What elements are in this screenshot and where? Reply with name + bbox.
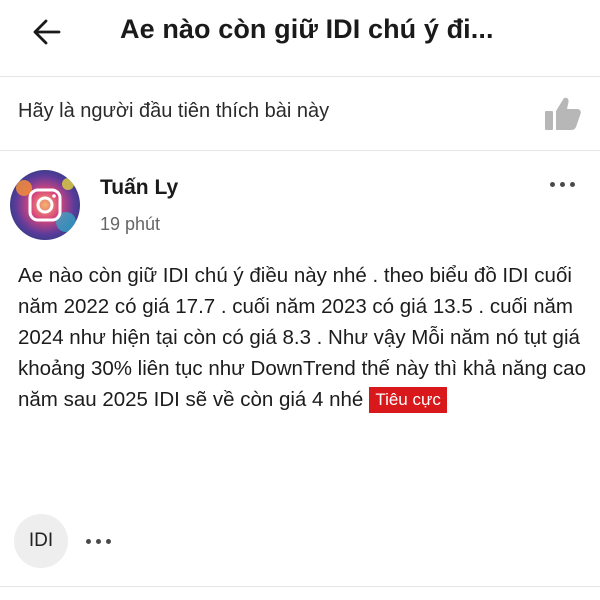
back-button[interactable] — [22, 10, 72, 54]
first-like-prompt: Hãy là người đầu tiên thích bài này — [18, 100, 330, 122]
comment-timestamp: 19 phút — [100, 214, 161, 234]
comment-text: Ae nào còn giữ IDI chú ý điều này nhé . … — [18, 264, 586, 411]
like-bar-divider — [0, 150, 600, 151]
user-avatar-image — [10, 170, 80, 240]
sentiment-badge: Tiêu cực — [369, 387, 447, 413]
thumbs-up-icon — [545, 97, 581, 130]
comment-more-button[interactable] — [542, 172, 582, 196]
comment-author-name[interactable]: Tuấn Ly — [100, 176, 178, 200]
header-divider — [0, 76, 600, 77]
more-horizontal-icon — [85, 538, 111, 544]
ticker-more-button[interactable] — [78, 530, 118, 552]
comment-detail-screen: Ae nào còn giữ IDI chú ý đi... Hãy là ng… — [0, 0, 600, 600]
like-button[interactable] — [542, 94, 584, 134]
like-bar: Hãy là người đầu tiên thích bài này — [0, 80, 600, 148]
comment-body: Ae nào còn giữ IDI chú ý điều này nhé . … — [18, 260, 590, 415]
page-title: Ae nào còn giữ IDI chú ý đi... — [120, 14, 494, 44]
arrow-left-icon — [33, 19, 61, 45]
more-horizontal-icon — [549, 181, 575, 187]
top-app-bar: Ae nào còn giữ IDI chú ý đi... — [0, 0, 600, 76]
footer-divider — [0, 586, 600, 587]
ticker-tag-chip[interactable]: IDI — [14, 514, 68, 568]
avatar[interactable] — [10, 170, 80, 240]
